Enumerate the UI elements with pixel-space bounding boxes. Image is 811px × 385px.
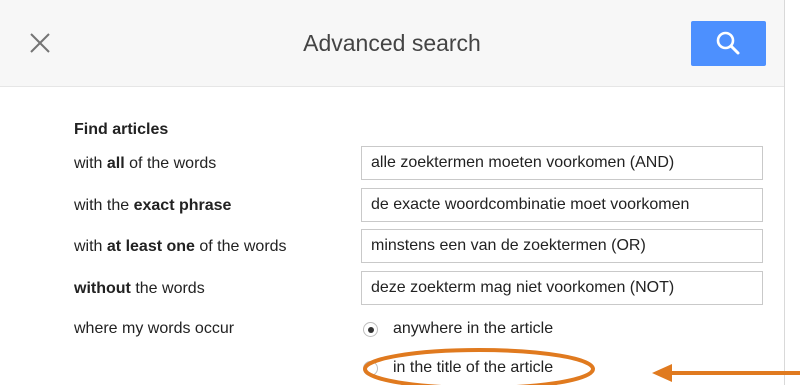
radio-label-title: in the title of the article	[393, 359, 554, 376]
exact-phrase-input[interactable]: de exacte woordcombinatie moet voorkomen	[361, 188, 763, 222]
at-least-one-input[interactable]: minstens een van de zoektermen (OR)	[361, 229, 763, 263]
section-title: Find articles	[74, 121, 169, 138]
radio-button-title[interactable]	[363, 361, 378, 376]
radio-button-anywhere[interactable]	[363, 322, 378, 337]
row-label-at-least-one: with at least one of the words	[74, 238, 287, 255]
advanced-search-dialog: Advanced search Find articles with all o…	[0, 0, 785, 385]
search-icon	[716, 31, 740, 55]
row-label-all-words: with all of the words	[74, 155, 217, 172]
without-words-input[interactable]: deze zoekterm mag niet voorkomen (NOT)	[361, 271, 763, 305]
row-label-without: without the words	[74, 280, 205, 297]
occur-label: where my words occur	[74, 320, 235, 337]
dialog-header: Advanced search	[0, 0, 784, 87]
row-label-exact-phrase: with the exact phrase	[74, 197, 232, 214]
all-words-input[interactable]: alle zoektermen moeten voorkomen (AND)	[361, 146, 763, 180]
dialog-title: Advanced search	[303, 30, 481, 56]
radio-label-anywhere: anywhere in the article	[393, 320, 554, 337]
search-button[interactable]	[691, 21, 766, 66]
